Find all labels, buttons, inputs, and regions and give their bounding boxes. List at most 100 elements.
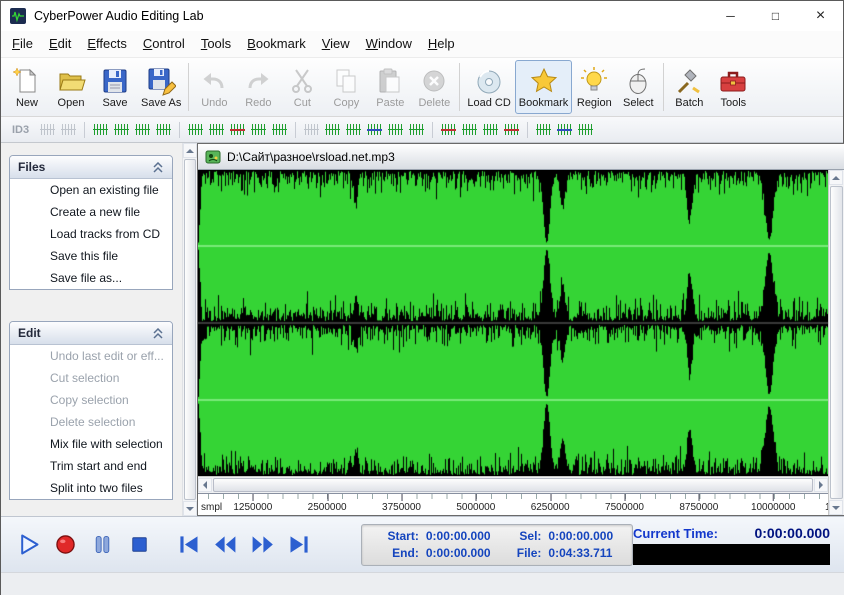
waveform-display[interactable] xyxy=(198,170,828,476)
horizontal-scrollbar[interactable] xyxy=(198,476,828,493)
collapse-chevron-icon[interactable] xyxy=(152,162,164,173)
scrollbar-thumb[interactable] xyxy=(830,186,843,499)
sidebar-item-open-existing-file[interactable]: Open an existing file xyxy=(10,179,172,201)
maximize-button[interactable]: □ xyxy=(753,1,798,31)
pause-button[interactable] xyxy=(85,527,120,562)
loop-play-icon[interactable] xyxy=(481,120,500,139)
sidebar-item-cut-selection[interactable]: Cut selection xyxy=(10,367,172,389)
sel-value: 0:00:00.000 xyxy=(548,529,613,543)
toolbar-separator xyxy=(663,63,664,111)
scroll-right-button[interactable] xyxy=(814,478,828,492)
stop-button[interactable] xyxy=(122,527,157,562)
menu-control[interactable]: Control xyxy=(135,32,193,56)
record-settings-icon[interactable] xyxy=(502,120,521,139)
edit-panel-header[interactable]: Edit xyxy=(10,322,172,345)
delete-button[interactable]: Delete xyxy=(412,60,456,114)
spectrum-view-icon[interactable] xyxy=(534,120,553,139)
sidebar-item-mix-file-with-selection[interactable]: Mix file with selection xyxy=(10,433,172,455)
zoom-full-icon[interactable] xyxy=(154,120,173,139)
file-info-icon[interactable] xyxy=(38,120,57,139)
sidebar-item-create-new-file[interactable]: Create a new file xyxy=(10,201,172,223)
scroll-up-button[interactable] xyxy=(829,170,843,185)
equalizer-icon[interactable] xyxy=(386,120,405,139)
new-button[interactable]: New xyxy=(5,60,49,114)
sidebar-item-split-two-files[interactable]: Split into two files xyxy=(10,477,172,499)
minimize-button[interactable]: ─ xyxy=(708,1,753,31)
files-panel-header[interactable]: Files xyxy=(10,156,172,179)
load-cd-button[interactable]: Load CD xyxy=(463,60,514,114)
zoom-out-icon[interactable] xyxy=(112,120,131,139)
menu-bookmark[interactable]: Bookmark xyxy=(239,32,314,56)
select-button[interactable]: Select xyxy=(616,60,660,114)
sidebar-item-delete-selection[interactable]: Delete selection xyxy=(10,411,172,433)
sidebar-item-save-file-as[interactable]: Save file as... xyxy=(10,267,172,289)
sidebar-scrollbar[interactable] xyxy=(182,143,197,516)
scroll-left-button[interactable] xyxy=(198,478,212,492)
batch-button[interactable]: Batch xyxy=(667,60,711,114)
sidebar-item-load-tracks-cd[interactable]: Load tracks from CD xyxy=(10,223,172,245)
convert-format-icon[interactable] xyxy=(576,120,595,139)
scroll-up-button[interactable] xyxy=(183,143,197,158)
silence-icon[interactable] xyxy=(302,120,321,139)
skip-to-start-button[interactable] xyxy=(171,527,206,562)
region-list-icon[interactable] xyxy=(460,120,479,139)
edit-panel-title: Edit xyxy=(18,326,41,340)
reverse-icon[interactable] xyxy=(344,120,363,139)
sidebar-item-trim-start-end[interactable]: Trim start and end xyxy=(10,455,172,477)
save-button[interactable]: Save xyxy=(93,60,137,114)
redo-button[interactable]: Redo xyxy=(236,60,280,114)
scroll-down-button[interactable] xyxy=(829,500,843,515)
vertical-scrollbar[interactable] xyxy=(828,170,844,515)
insert-marker-icon[interactable] xyxy=(439,120,458,139)
bookmark-button[interactable]: Bookmark xyxy=(515,60,573,114)
waveform-canvas[interactable] xyxy=(198,170,828,476)
document-titlebar[interactable]: D:\Сайт\разное\rsload.net.mp3 xyxy=(198,144,844,170)
scroll-down-button[interactable] xyxy=(183,501,197,516)
scrollbar-thumb[interactable] xyxy=(213,478,813,492)
menu-tools[interactable]: Tools xyxy=(193,32,239,56)
zoom-in-icon[interactable] xyxy=(91,120,110,139)
menu-help[interactable]: Help xyxy=(420,32,463,56)
redo-icon xyxy=(243,66,273,96)
menu-edit[interactable]: Edit xyxy=(41,32,79,56)
sidebar-item-save-this-file[interactable]: Save this file xyxy=(10,245,172,267)
undo-button[interactable]: Undo xyxy=(192,60,236,114)
fast-forward-button[interactable] xyxy=(245,527,280,562)
normalize-icon[interactable] xyxy=(228,120,247,139)
play-button[interactable] xyxy=(11,527,46,562)
id3-button[interactable]: ID3 xyxy=(7,122,34,138)
hammer-icon xyxy=(674,66,704,96)
scrollbar-thumb[interactable] xyxy=(184,159,196,500)
save-as-button[interactable]: Save As xyxy=(137,60,185,114)
close-button[interactable]: × xyxy=(798,1,843,31)
sidebar-item-copy-selection[interactable]: Copy selection xyxy=(10,389,172,411)
cut-button[interactable]: Cut xyxy=(280,60,324,114)
menu-effects[interactable]: Effects xyxy=(79,32,135,56)
select-button-label: Select xyxy=(623,97,654,109)
zoom-selection-icon[interactable] xyxy=(133,120,152,139)
fade-out-icon[interactable] xyxy=(207,120,226,139)
region-button[interactable]: Region xyxy=(572,60,616,114)
trim-icon[interactable] xyxy=(323,120,342,139)
rewind-button[interactable] xyxy=(208,527,243,562)
audio-file-icon xyxy=(205,149,221,165)
menu-view[interactable]: View xyxy=(314,32,358,56)
invert-icon[interactable] xyxy=(270,120,289,139)
amplify-icon[interactable] xyxy=(249,120,268,139)
open-button[interactable]: Open xyxy=(49,60,93,114)
echo-icon[interactable] xyxy=(365,120,384,139)
record-button[interactable] xyxy=(48,527,83,562)
menu-file[interactable]: File xyxy=(4,32,41,56)
tools-button[interactable]: Tools xyxy=(711,60,755,114)
window-titlebar[interactable]: CyberPower Audio Editing Lab ─ □ × xyxy=(1,1,843,31)
menu-window[interactable]: Window xyxy=(358,32,420,56)
fade-in-icon[interactable] xyxy=(186,120,205,139)
level-meter-icon[interactable] xyxy=(555,120,574,139)
sidebar-item-undo-last-edit[interactable]: Undo last edit or eff... xyxy=(10,345,172,367)
noise-reduction-icon[interactable] xyxy=(407,120,426,139)
skip-to-end-button[interactable] xyxy=(282,527,317,562)
wave-properties-icon[interactable] xyxy=(59,120,78,139)
collapse-chevron-icon[interactable] xyxy=(152,328,164,339)
paste-button[interactable]: Paste xyxy=(368,60,412,114)
copy-button[interactable]: Copy xyxy=(324,60,368,114)
